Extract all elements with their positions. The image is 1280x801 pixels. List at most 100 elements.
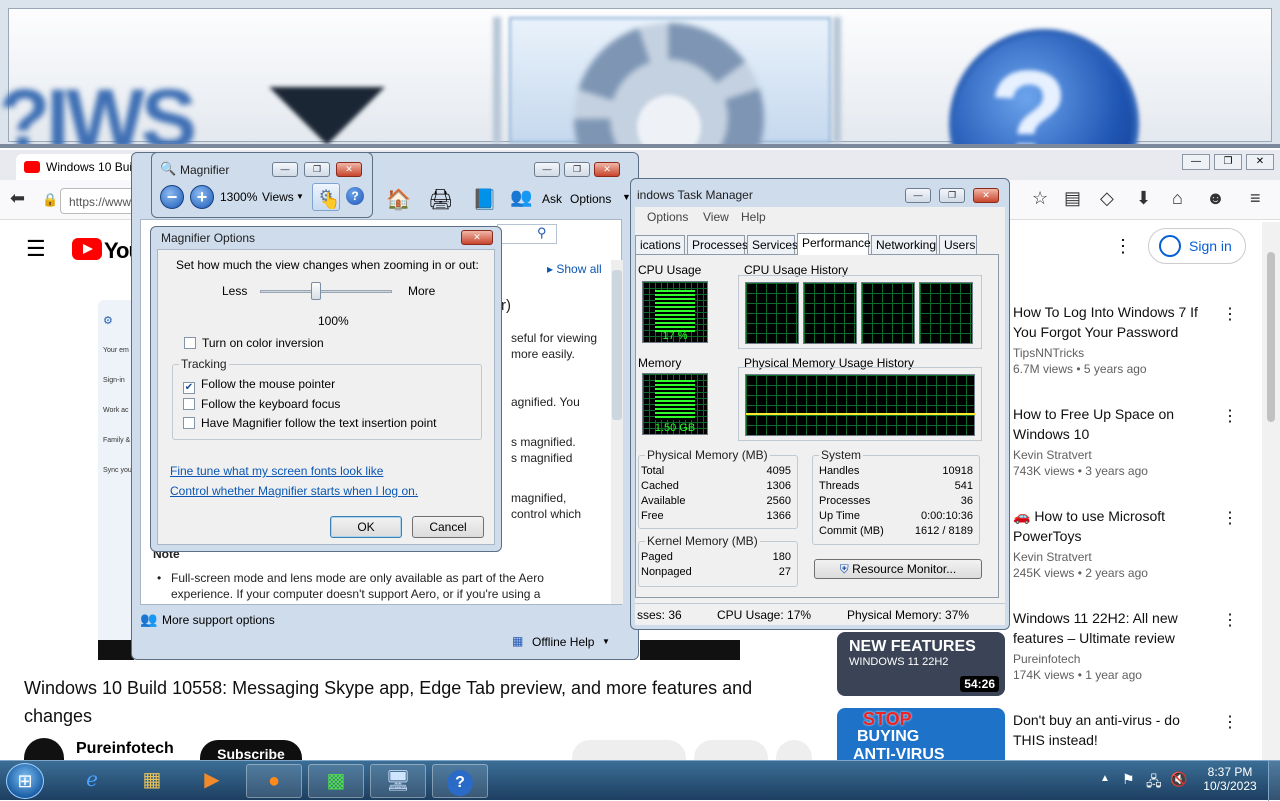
more-options-icon[interactable]: ⋮: [1114, 236, 1132, 257]
follow-text-option[interactable]: Have Magnifier follow the text insertion…: [183, 416, 436, 430]
browse-help-icon[interactable]: 📘: [472, 187, 497, 212]
minimize-button[interactable]: —: [1182, 154, 1210, 170]
star-icon[interactable]: ☆: [1032, 188, 1048, 209]
magnifier-close-button[interactable]: ✕: [336, 162, 362, 177]
tm-menu-options[interactable]: Options: [647, 210, 688, 224]
slider-thumb[interactable]: [311, 282, 321, 300]
sign-in-button[interactable]: Sign in: [1148, 228, 1246, 264]
help-scrollbar-thumb[interactable]: [612, 270, 622, 420]
ask-icon[interactable]: 👥: [510, 187, 532, 208]
help-icon[interactable]: ?: [346, 187, 364, 205]
firefox-icon[interactable]: ●: [246, 764, 302, 798]
download-icon[interactable]: ⬇: [1136, 188, 1151, 209]
tm-minimize-button[interactable]: —: [905, 188, 931, 203]
tab-processes[interactable]: Processes: [687, 235, 748, 254]
help-scrollbar[interactable]: [611, 260, 623, 604]
zoom-out-button[interactable]: −: [160, 185, 184, 209]
magnifier-maximize-button[interactable]: ❐: [304, 162, 330, 177]
fine-tune-fonts-link[interactable]: Fine tune what my screen fonts look like: [170, 464, 383, 478]
magnifier-minimize-button[interactable]: —: [272, 162, 298, 177]
follow-text-checkbox[interactable]: [183, 417, 195, 429]
media-player-icon[interactable]: ▶: [184, 764, 240, 798]
hamburger-menu-icon[interactable]: ☰: [26, 236, 46, 262]
sidebar-video[interactable]: 🚗 How to use Microsoft PowerToys Kevin S…: [1013, 506, 1213, 580]
magnifier-logon-link[interactable]: Control whether Magnifier starts when I …: [170, 484, 418, 498]
follow-keyboard-option[interactable]: Follow the keyboard focus: [183, 397, 340, 411]
ask-button[interactable]: Ask: [542, 192, 562, 206]
volume-icon[interactable]: 🔇: [1170, 771, 1187, 788]
like-button[interactable]: [572, 740, 686, 760]
tm-close-button[interactable]: ✕: [973, 188, 999, 203]
magnifier-taskbar-icon[interactable]: 🖥: [370, 764, 426, 798]
views-menu[interactable]: Views: [262, 190, 294, 204]
show-desktop-button[interactable]: [1268, 761, 1280, 801]
follow-mouse-checkbox[interactable]: ✔: [183, 382, 195, 394]
cancel-button[interactable]: Cancel: [412, 516, 484, 538]
home-icon[interactable]: 🏠: [386, 187, 411, 212]
action-center-icon[interactable]: ⚑: [1122, 771, 1135, 788]
dialog-close-button[interactable]: ✕: [461, 230, 493, 245]
task-manager-taskbar-icon[interactable]: ▩: [308, 764, 364, 798]
options-menu[interactable]: Options: [570, 192, 611, 206]
internet-explorer-icon[interactable]: ℯ: [64, 764, 120, 798]
browser-tab[interactable]: Windows 10 Buil: [16, 154, 146, 180]
search-input[interactable]: [497, 224, 557, 244]
resource-monitor-button[interactable]: ⛨ Resource Monitor...: [814, 559, 982, 579]
sidebar-video[interactable]: Don't buy an anti-virus - do THIS instea…: [1013, 710, 1213, 750]
channel-avatar[interactable]: [24, 738, 64, 760]
lock-icon[interactable]: 🔒: [42, 192, 58, 208]
views-dropdown-icon[interactable]: ▼: [296, 192, 304, 201]
home-icon[interactable]: ⌂: [1172, 188, 1183, 209]
help-minimize-button[interactable]: —: [534, 162, 560, 177]
sidebar-video[interactable]: How to Free Up Space on Windows 10 Kevin…: [1013, 404, 1213, 478]
zoom-slider[interactable]: [260, 282, 392, 308]
search-icon[interactable]: ⚲: [537, 225, 547, 241]
sidebar-video[interactable]: Windows 11 22H2: All new features – Ulti…: [1013, 608, 1213, 682]
more-support-options[interactable]: More support options: [162, 613, 275, 627]
sidebar-more-icon[interactable]: ⋮: [1222, 304, 1238, 324]
show-all-link[interactable]: ▸ Show all: [547, 262, 602, 276]
ok-button[interactable]: OK: [330, 516, 402, 538]
tab-services[interactable]: Services: [747, 235, 798, 254]
share-button[interactable]: [694, 740, 768, 760]
pocket-icon[interactable]: ◇: [1100, 188, 1114, 209]
print-icon[interactable]: 🖨: [428, 187, 453, 212]
help-close-button[interactable]: ✕: [594, 162, 620, 177]
offline-help-button[interactable]: Offline Help: [532, 635, 594, 649]
chat-icon[interactable]: ☻: [1206, 188, 1225, 209]
tab-users[interactable]: Users: [939, 235, 977, 254]
offline-help-dropdown-icon[interactable]: ▼: [602, 637, 610, 646]
menu-icon[interactable]: ≡: [1250, 188, 1261, 209]
tm-maximize-button[interactable]: ❐: [939, 188, 965, 203]
tab-applications[interactable]: ications: [635, 235, 685, 254]
follow-keyboard-checkbox[interactable]: [183, 398, 195, 410]
file-explorer-icon[interactable]: ▦: [124, 764, 180, 798]
color-inversion-option[interactable]: Turn on color inversion: [184, 336, 324, 350]
follow-mouse-option[interactable]: ✔ Follow the mouse pointer: [183, 377, 335, 394]
browser-scrollbar[interactable]: [1262, 222, 1280, 760]
back-icon[interactable]: ⬅: [10, 188, 25, 209]
reader-icon[interactable]: ▤: [1064, 188, 1081, 209]
color-inversion-checkbox[interactable]: [184, 337, 196, 349]
sidebar-thumbnail[interactable]: NEW FEATURES WINDOWS 11 22H2 54:26: [837, 632, 1005, 696]
start-button[interactable]: ⊞: [6, 763, 44, 799]
sidebar-more-icon[interactable]: ⋮: [1222, 508, 1238, 528]
youtube-logo-icon[interactable]: [72, 238, 102, 260]
scrollbar-thumb[interactable]: [1267, 252, 1275, 422]
subscribe-button[interactable]: Subscribe: [200, 740, 302, 760]
close-button[interactable]: ✕: [1246, 154, 1274, 170]
channel-name[interactable]: Pureinfotech: [76, 740, 174, 758]
more-actions-button[interactable]: [776, 740, 812, 760]
help-taskbar-icon[interactable]: ?: [432, 764, 488, 798]
video-player-left-edge[interactable]: ⚙ Your em Sign-in Work ac Family & Sync …: [98, 300, 134, 660]
zoom-in-button[interactable]: +: [190, 185, 214, 209]
tm-menu-help[interactable]: Help: [741, 210, 766, 224]
tm-menu-view[interactable]: View: [703, 210, 729, 224]
tab-performance[interactable]: Performance: [797, 233, 871, 255]
maximize-button[interactable]: ❐: [1214, 154, 1242, 170]
network-icon[interactable]: 🖧: [1146, 771, 1162, 795]
clock[interactable]: 8:37 PM 10/3/2023: [1200, 765, 1260, 793]
sidebar-video[interactable]: How To Log Into Windows 7 If You Forgot …: [1013, 302, 1213, 376]
tab-networking[interactable]: Networking: [871, 235, 937, 254]
sidebar-thumbnail[interactable]: STOP BUYING ANTI-VIRUS: [837, 708, 1005, 760]
